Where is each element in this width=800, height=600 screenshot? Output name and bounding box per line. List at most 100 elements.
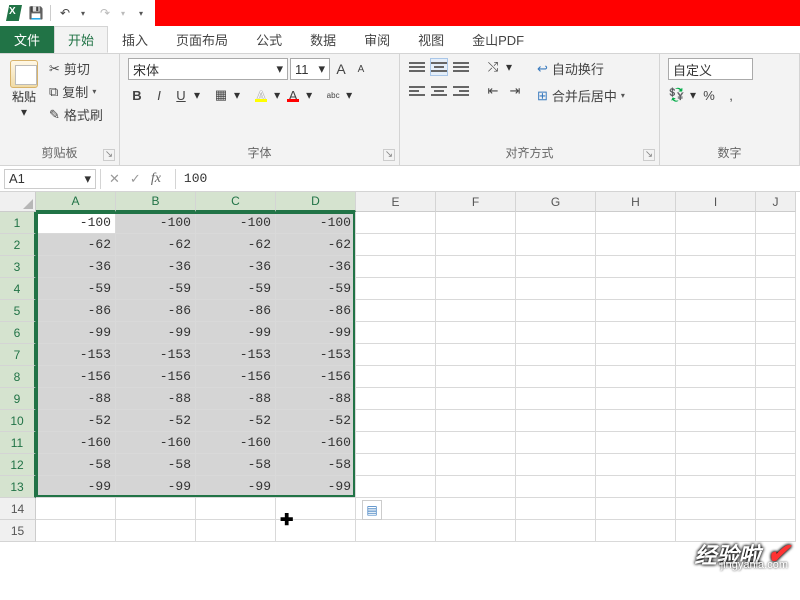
cell[interactable] bbox=[676, 410, 756, 432]
cell[interactable] bbox=[436, 454, 516, 476]
percent-format-button[interactable]: % bbox=[700, 86, 718, 104]
cell[interactable] bbox=[676, 454, 756, 476]
confirm-formula-icon[interactable]: ✓ bbox=[130, 171, 141, 187]
cell[interactable] bbox=[516, 344, 596, 366]
cell[interactable] bbox=[756, 410, 796, 432]
cell[interactable] bbox=[676, 300, 756, 322]
orientation-button[interactable]: ⤭ bbox=[484, 58, 502, 76]
column-header[interactable]: A bbox=[36, 192, 116, 212]
cell[interactable]: -62 bbox=[36, 234, 116, 256]
font-color-button[interactable] bbox=[284, 86, 302, 104]
tab-page-layout[interactable]: 页面布局 bbox=[162, 26, 242, 53]
cell[interactable]: -153 bbox=[36, 344, 116, 366]
font-launcher-icon[interactable]: ↘ bbox=[383, 149, 395, 161]
tab-home[interactable]: 开始 bbox=[54, 26, 108, 53]
font-name-select[interactable]: 宋体▾ bbox=[128, 58, 288, 80]
cell[interactable] bbox=[356, 278, 436, 300]
cell[interactable]: -99 bbox=[196, 322, 276, 344]
cell[interactable]: -100 bbox=[116, 212, 196, 234]
cell[interactable] bbox=[756, 278, 796, 300]
cell[interactable] bbox=[356, 388, 436, 410]
spreadsheet-grid[interactable]: ABCDEFGHIJ 123456789101112131415 -100-10… bbox=[0, 192, 800, 600]
align-bottom-button[interactable] bbox=[452, 58, 470, 76]
cell[interactable]: -52 bbox=[36, 410, 116, 432]
tab-data[interactable]: 数据 bbox=[296, 26, 350, 53]
row-header[interactable]: 7 bbox=[0, 344, 36, 366]
cell[interactable] bbox=[516, 498, 596, 520]
number-format-select[interactable]: 自定义 bbox=[668, 58, 753, 80]
cell[interactable] bbox=[516, 410, 596, 432]
save-icon[interactable]: 💾 bbox=[28, 5, 44, 21]
select-all-corner[interactable] bbox=[0, 192, 36, 212]
row-header[interactable]: 8 bbox=[0, 366, 36, 388]
cell[interactable]: -160 bbox=[276, 432, 356, 454]
cell[interactable] bbox=[676, 388, 756, 410]
accounting-format-button[interactable]: 💱 bbox=[668, 86, 686, 104]
cell[interactable] bbox=[516, 388, 596, 410]
cell[interactable] bbox=[596, 344, 676, 366]
column-header[interactable]: G bbox=[516, 192, 596, 212]
column-header[interactable]: C bbox=[196, 192, 276, 212]
cell[interactable]: -62 bbox=[116, 234, 196, 256]
cell[interactable] bbox=[516, 476, 596, 498]
wrap-text-button[interactable]: 自动换行 bbox=[534, 58, 628, 79]
cell[interactable]: -99 bbox=[276, 476, 356, 498]
cell[interactable]: -153 bbox=[196, 344, 276, 366]
cell[interactable] bbox=[596, 256, 676, 278]
row-header[interactable]: 6 bbox=[0, 322, 36, 344]
bold-button[interactable]: B bbox=[128, 86, 146, 104]
italic-button[interactable]: I bbox=[150, 86, 168, 104]
row-header[interactable]: 11 bbox=[0, 432, 36, 454]
cell[interactable]: -88 bbox=[196, 388, 276, 410]
cell[interactable] bbox=[436, 344, 516, 366]
cell[interactable]: -99 bbox=[276, 322, 356, 344]
column-header[interactable]: I bbox=[676, 192, 756, 212]
cell[interactable] bbox=[596, 300, 676, 322]
cell[interactable] bbox=[196, 520, 276, 542]
column-header[interactable]: D bbox=[276, 192, 356, 212]
cell[interactable]: -88 bbox=[116, 388, 196, 410]
cell[interactable] bbox=[596, 388, 676, 410]
cell[interactable] bbox=[676, 432, 756, 454]
cell[interactable]: -153 bbox=[116, 344, 196, 366]
cell[interactable] bbox=[356, 454, 436, 476]
cell[interactable] bbox=[196, 498, 276, 520]
cell[interactable]: -160 bbox=[196, 432, 276, 454]
row-header[interactable]: 5 bbox=[0, 300, 36, 322]
cell[interactable] bbox=[436, 322, 516, 344]
cell[interactable]: -36 bbox=[116, 256, 196, 278]
cell[interactable]: -86 bbox=[196, 300, 276, 322]
align-center-button[interactable] bbox=[430, 82, 448, 100]
cell[interactable] bbox=[356, 212, 436, 234]
tab-review[interactable]: 审阅 bbox=[350, 26, 404, 53]
cell[interactable] bbox=[516, 454, 596, 476]
column-header[interactable]: H bbox=[596, 192, 676, 212]
cell[interactable] bbox=[756, 212, 796, 234]
cell[interactable] bbox=[596, 212, 676, 234]
clipboard-launcher-icon[interactable]: ↘ bbox=[103, 149, 115, 161]
cell[interactable]: -156 bbox=[116, 366, 196, 388]
cell[interactable]: -99 bbox=[36, 322, 116, 344]
cell[interactable] bbox=[676, 234, 756, 256]
cell[interactable]: -58 bbox=[36, 454, 116, 476]
format-painter-button[interactable]: 格式刷 bbox=[46, 104, 106, 125]
redo-icon[interactable]: ↷ bbox=[97, 5, 113, 21]
row-header[interactable]: 15 bbox=[0, 520, 36, 542]
column-header[interactable]: J bbox=[756, 192, 796, 212]
cell[interactable] bbox=[356, 410, 436, 432]
cell[interactable] bbox=[756, 300, 796, 322]
cell[interactable] bbox=[516, 300, 596, 322]
fill-color-button[interactable] bbox=[252, 86, 270, 104]
cell[interactable] bbox=[676, 322, 756, 344]
cell[interactable] bbox=[756, 432, 796, 454]
cell[interactable] bbox=[676, 498, 756, 520]
cell[interactable]: -36 bbox=[276, 256, 356, 278]
border-button[interactable] bbox=[212, 86, 230, 104]
formula-input[interactable]: 100 bbox=[176, 171, 800, 186]
tab-file[interactable]: 文件 bbox=[0, 26, 54, 53]
cell[interactable]: -99 bbox=[116, 476, 196, 498]
insert-function-icon[interactable]: fx bbox=[151, 171, 167, 187]
cell[interactable]: -59 bbox=[116, 278, 196, 300]
cell[interactable] bbox=[36, 498, 116, 520]
cell[interactable] bbox=[516, 520, 596, 542]
